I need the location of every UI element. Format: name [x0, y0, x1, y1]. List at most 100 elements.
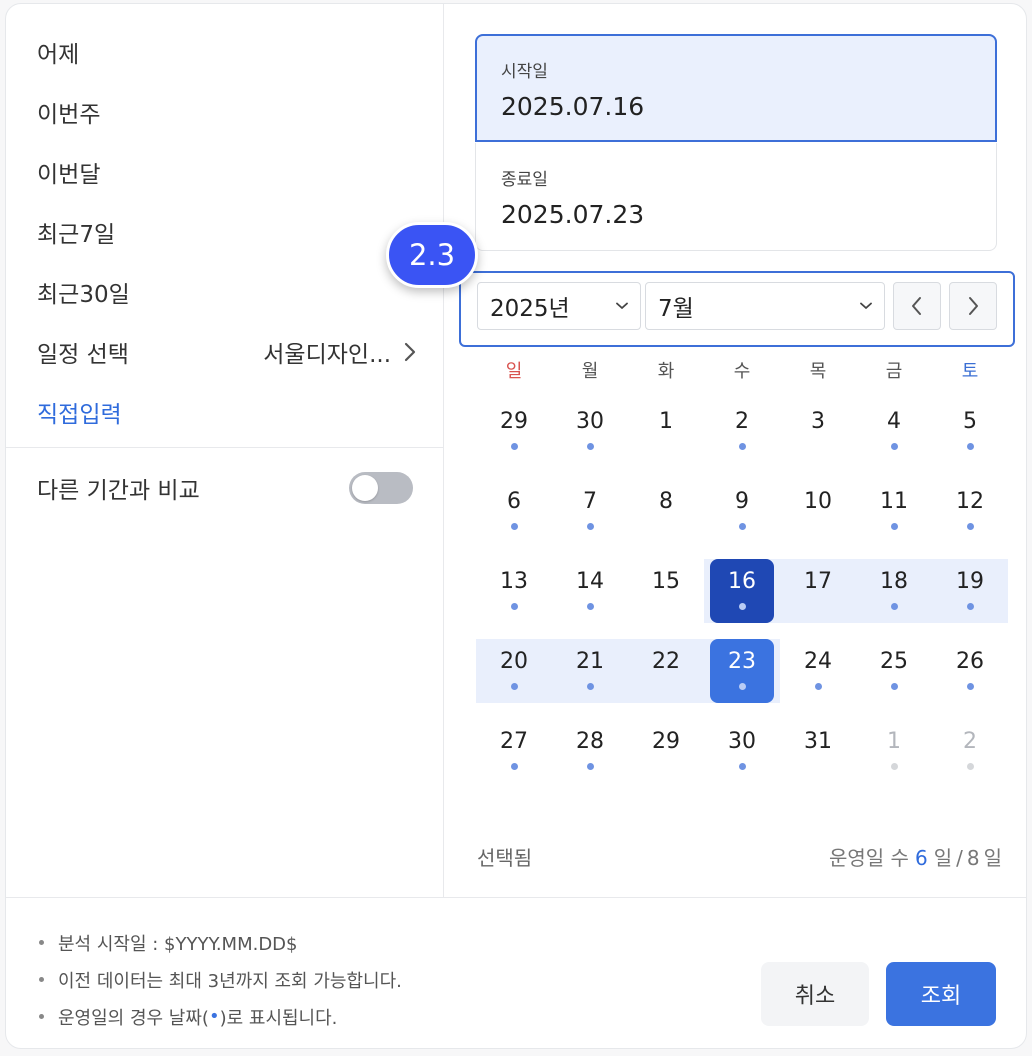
day-number: 1: [887, 729, 901, 754]
preset-custom-input[interactable]: 직접입력: [37, 388, 417, 436]
step-badge: 2.3: [386, 222, 478, 288]
calendar-day[interactable]: 15: [628, 559, 704, 623]
day-number: 23: [728, 649, 756, 674]
calendar-day[interactable]: 2: [932, 719, 1008, 783]
day-number: 14: [576, 569, 604, 594]
weekday-label: 수: [733, 361, 751, 382]
calendar-day[interactable]: 23: [704, 639, 780, 703]
day-number: 4: [887, 409, 901, 434]
operating-day-dot-icon: [511, 603, 518, 610]
day-number: 19: [956, 569, 984, 594]
calendar-day[interactable]: 8: [628, 479, 704, 543]
calendar-day[interactable]: 9: [704, 479, 780, 543]
day-number: 12: [956, 489, 984, 514]
calendar-day[interactable]: 20: [476, 639, 552, 703]
calendar-day[interactable]: 31: [780, 719, 856, 783]
day-number: 29: [500, 409, 528, 434]
day-number: 16: [728, 569, 756, 594]
day-number: 1: [659, 409, 673, 434]
operating-day-dot-icon: [739, 603, 746, 610]
calendar-day[interactable]: 26: [932, 639, 1008, 703]
calendar-day[interactable]: 4: [856, 399, 932, 463]
operating-day-dot-icon: [967, 603, 974, 610]
start-date-field[interactable]: 시작일 2025.07.16: [475, 34, 997, 142]
weekday-label: 일: [505, 361, 523, 382]
calendar-day[interactable]: 16: [704, 559, 780, 623]
selected-days-count: 6: [914, 846, 928, 870]
calendar-day[interactable]: 7: [552, 479, 628, 543]
search-button[interactable]: 조회: [886, 962, 996, 1026]
preset-last-30-days[interactable]: 최근30일: [37, 268, 417, 316]
operating-day-dot-icon: [967, 523, 974, 530]
start-date-label: 시작일: [501, 62, 548, 82]
calendar-day[interactable]: 3: [780, 399, 856, 463]
day-number: 30: [728, 729, 756, 754]
weekday-label: 월: [581, 361, 599, 382]
calendar-day[interactable]: 22: [628, 639, 704, 703]
notes-list: 분석 시작일 : $YYYY.MM.DD$ 이전 데이터는 최대 3년까지 조회…: [39, 924, 402, 1035]
compare-toggle[interactable]: [349, 472, 413, 504]
day-number: 6: [507, 489, 521, 514]
day-number: 20: [500, 649, 528, 674]
operating-day-dot-icon: [891, 603, 898, 610]
compare-label: 다른 기간과 비교: [37, 478, 200, 504]
calendar-day[interactable]: 27: [476, 719, 552, 783]
weekday-label: 목: [809, 361, 827, 382]
calendar-day[interactable]: 6: [476, 479, 552, 543]
compare-row: 다른 기간과 비교: [37, 464, 413, 512]
day-number: 9: [735, 489, 749, 514]
day-number: 29: [652, 729, 680, 754]
day-number: 18: [880, 569, 908, 594]
calendar-day[interactable]: 19: [932, 559, 1008, 623]
operating-day-dot-icon: [587, 603, 594, 610]
calendar-grid: 29 30 1 2 3 4 5 6 7 8 9 10 11 12 13 14 15 16 17 18 19 20 21 22 2…: [476, 399, 1008, 799]
start-date-value: 2025.07.16: [501, 92, 645, 121]
operating-day-dot-icon: [891, 683, 898, 690]
preset-this-week[interactable]: 이번주: [37, 88, 417, 136]
calendar-day[interactable]: 18: [856, 559, 932, 623]
calendar-day[interactable]: 12: [932, 479, 1008, 543]
preset-last-7-days[interactable]: 최근7일: [37, 208, 417, 256]
calendar-day[interactable]: 5: [932, 399, 1008, 463]
calendar-day[interactable]: 25: [856, 639, 932, 703]
year-select[interactable]: 2025년: [477, 282, 641, 330]
calendar-day[interactable]: 21: [552, 639, 628, 703]
operating-day-dot-icon: [891, 443, 898, 450]
operating-day-dot-icon: [739, 443, 746, 450]
calendar-day[interactable]: 30: [704, 719, 780, 783]
operating-day-dot-icon: [587, 683, 594, 690]
operating-day-dot-icon: [587, 523, 594, 530]
calendar-day[interactable]: 1: [628, 399, 704, 463]
preset-this-month[interactable]: 이번달: [37, 148, 417, 196]
calendar-day[interactable]: 10: [780, 479, 856, 543]
preset-panel: 어제 이번주 이번달 최근7일 최근30일 일정 선택 서울디자인... 직접입…: [6, 4, 444, 897]
calendar-day[interactable]: 1: [856, 719, 932, 783]
preset-schedule-select[interactable]: 일정 선택 서울디자인...: [37, 328, 417, 376]
calendar-day[interactable]: 2: [704, 399, 780, 463]
calendar-day[interactable]: 11: [856, 479, 932, 543]
weekday-label: 화: [657, 361, 675, 382]
toggle-knob: [352, 475, 378, 501]
calendar-panel: 시작일 2025.07.16 종료일 2025.07.23 2025년 7월 일…: [444, 4, 1026, 897]
calendar-day[interactable]: 28: [552, 719, 628, 783]
month-select[interactable]: 7월: [645, 282, 885, 330]
calendar-day[interactable]: 24: [780, 639, 856, 703]
day-number: 5: [963, 409, 977, 434]
weekday-label: 토: [961, 361, 979, 382]
day-number: 7: [583, 489, 597, 514]
next-month-button[interactable]: [949, 282, 997, 330]
calendar-day[interactable]: 29: [476, 399, 552, 463]
calendar-day[interactable]: 30: [552, 399, 628, 463]
prev-month-button[interactable]: [893, 282, 941, 330]
calendar-day[interactable]: 17: [780, 559, 856, 623]
calendar-day[interactable]: 29: [628, 719, 704, 783]
preset-yesterday[interactable]: 어제: [37, 28, 417, 76]
calendar-day[interactable]: 13: [476, 559, 552, 623]
calendar-day[interactable]: 14: [552, 559, 628, 623]
cancel-button[interactable]: 취소: [761, 962, 869, 1026]
note-item: 분석 시작일 : $YYYY.MM.DD$: [39, 924, 402, 961]
operating-day-dot-icon: [587, 763, 594, 770]
end-date-field[interactable]: 종료일 2025.07.23: [475, 143, 997, 251]
operating-day-dot-icon: [967, 763, 974, 770]
day-number: 2: [735, 409, 749, 434]
